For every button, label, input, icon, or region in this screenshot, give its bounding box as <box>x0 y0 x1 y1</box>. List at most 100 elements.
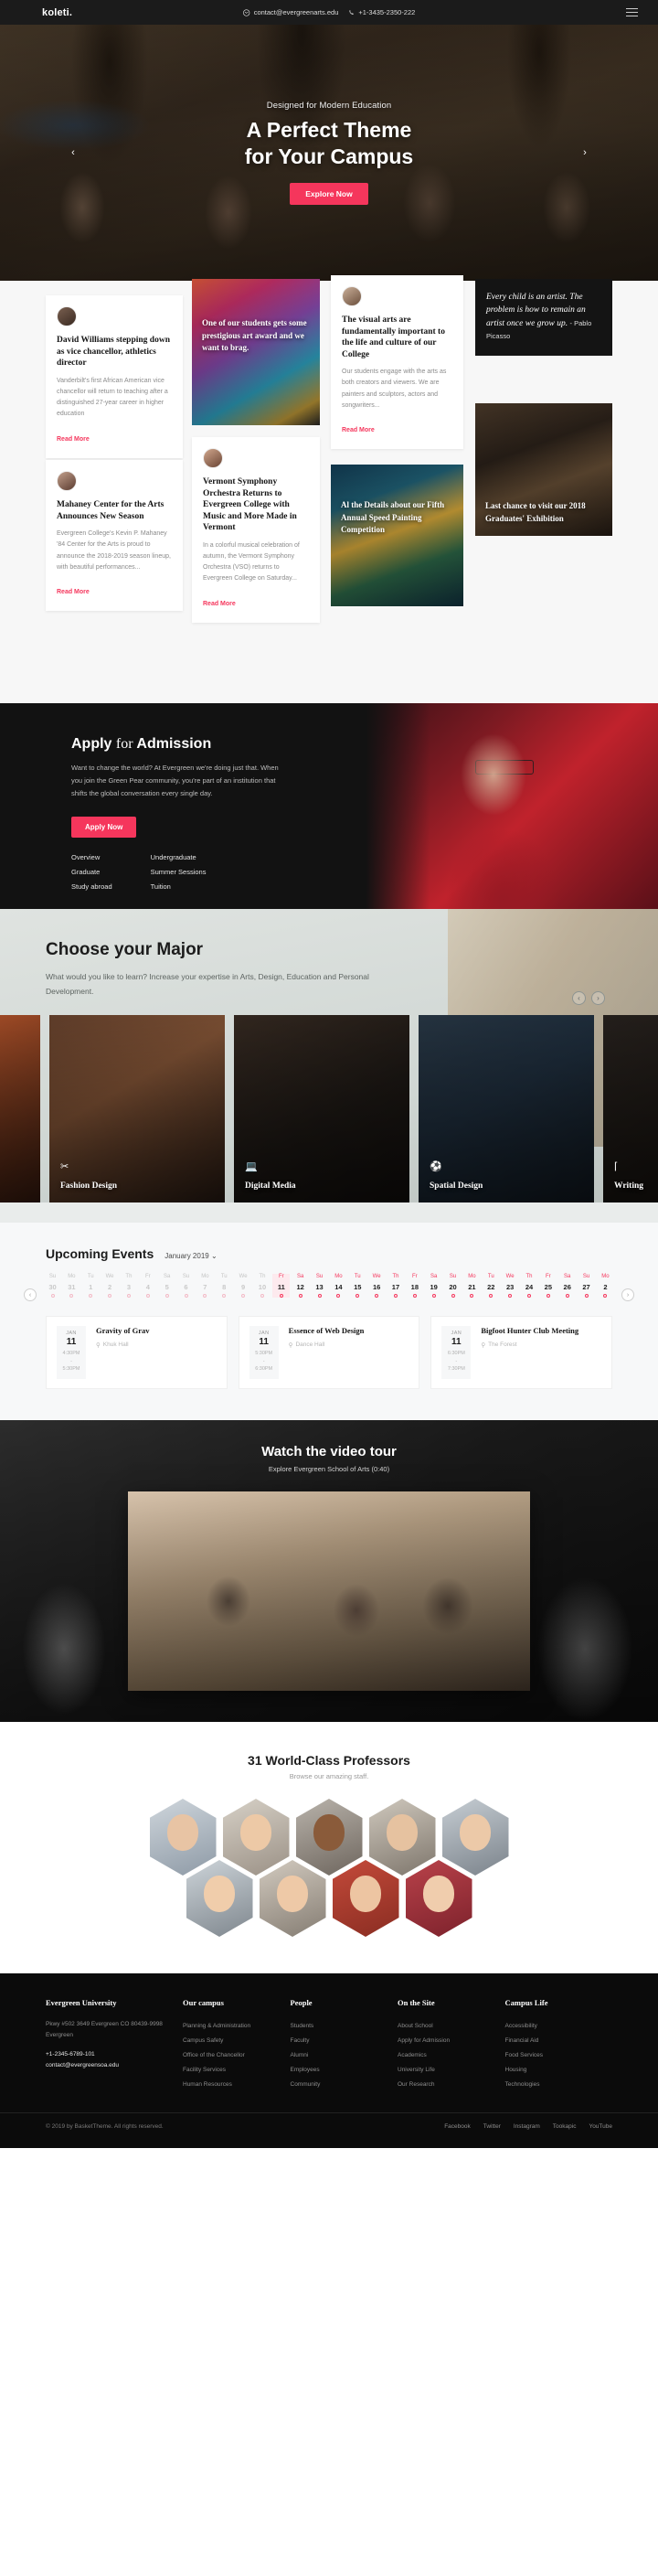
calendar-day[interactable]: Su 20 <box>444 1274 462 1299</box>
footer-link[interactable]: Faculty <box>291 2034 398 2048</box>
calendar-day[interactable]: Sa 26 <box>558 1274 576 1299</box>
footer-link[interactable]: Office of the Chancellor <box>183 2048 291 2063</box>
footer-link[interactable]: Campus Safety <box>183 2034 291 2048</box>
calendar-day[interactable]: Fr 18 <box>406 1274 423 1299</box>
footer-link[interactable]: Academics <box>398 2048 505 2063</box>
contact-email[interactable]: contact@evergreenarts.edu <box>243 8 338 16</box>
calendar-day[interactable]: Mo 7 <box>196 1274 214 1299</box>
calendar-day[interactable]: Tu 8 <box>216 1274 233 1299</box>
site-logo[interactable]: koleti. <box>42 7 72 18</box>
events-month-selector[interactable]: January 2019 ⌄ <box>164 1252 217 1260</box>
calendar-day[interactable]: Fr 11 <box>272 1274 291 1299</box>
news-image-card-graduates-exhibition[interactable]: Last chance to visit our 2018 Graduates'… <box>475 403 612 536</box>
calendar-day[interactable]: Mo 21 <box>463 1274 481 1299</box>
event-item-bigfoot-hunter-club[interactable]: JAN 11 6:30PM - 7:30PM Bigfoot Hunter Cl… <box>430 1316 613 1389</box>
major-card-partial-left[interactable] <box>0 1015 40 1203</box>
news-image-card-art-award[interactable]: One of our students gets some prestigiou… <box>192 279 320 425</box>
news-card-visual-arts[interactable]: The visual arts are fundamentally import… <box>331 275 463 450</box>
calendar-day[interactable]: Th 24 <box>520 1274 537 1299</box>
calendar-day[interactable]: Tu 22 <box>483 1274 500 1299</box>
calendar-day[interactable]: We 2 <box>101 1274 119 1299</box>
hero-next-arrow[interactable]: › <box>578 145 592 160</box>
calendar-day[interactable]: Su 6 <box>177 1274 195 1299</box>
footer-link[interactable]: Community <box>291 2078 398 2092</box>
majors-next-button[interactable]: › <box>591 991 605 1005</box>
hamburger-menu-icon[interactable] <box>626 8 638 16</box>
major-card-spatial-design[interactable]: ⚽ Spatial Design <box>419 1015 594 1203</box>
news-card-mahaney-center[interactable]: Mahaney Center for the Arts Announces Ne… <box>46 460 183 612</box>
admission-link-tuition[interactable]: Tuition <box>151 882 207 891</box>
calendar-day[interactable]: We 9 <box>235 1274 252 1299</box>
footer-link[interactable]: Alumni <box>291 2048 398 2063</box>
calendar-day[interactable]: Su 13 <box>311 1274 328 1299</box>
read-more-link[interactable]: Read More <box>342 427 375 433</box>
social-link-instagram[interactable]: Instagram <box>514 2123 540 2130</box>
calendar-day[interactable]: Fr 4 <box>139 1274 156 1299</box>
admission-link-graduate[interactable]: Graduate <box>71 868 112 876</box>
video-player[interactable] <box>128 1491 530 1691</box>
major-card-digital-media[interactable]: 💻 Digital Media <box>234 1015 409 1203</box>
footer-link[interactable]: Facility Services <box>183 2063 291 2078</box>
calendar-day[interactable]: Su 30 <box>44 1274 61 1299</box>
footer-link[interactable]: Accessibility <box>505 2019 613 2034</box>
majors-prev-button[interactable]: ‹ <box>572 991 586 1005</box>
calendar-day[interactable]: Sa 5 <box>158 1274 175 1299</box>
calendar-day[interactable]: We 16 <box>368 1274 386 1299</box>
calendar-day[interactable]: Tu 1 <box>82 1274 100 1299</box>
hero-prev-arrow[interactable]: ‹ <box>66 145 80 160</box>
professor-avatar[interactable] <box>332 1859 399 1937</box>
calendar-day[interactable]: Mo 14 <box>330 1274 347 1299</box>
admission-link-summer-sessions[interactable]: Summer Sessions <box>151 868 207 876</box>
calendar-day[interactable]: Th 3 <box>120 1274 137 1299</box>
footer-link[interactable]: Financial Aid <box>505 2034 613 2048</box>
social-link-facebook[interactable]: Facebook <box>444 2123 471 2130</box>
calendar-day[interactable]: Su 27 <box>578 1274 595 1299</box>
admission-link-undergraduate[interactable]: Undergraduate <box>151 853 207 861</box>
calendar-day[interactable]: Tu 15 <box>349 1274 366 1299</box>
apply-now-button[interactable]: Apply Now <box>71 816 137 838</box>
news-card-vermont-symphony[interactable]: Vermont Symphony Orchestra Returns to Ev… <box>192 437 320 623</box>
contact-phone[interactable]: +1-3435-2350-222 <box>347 8 415 16</box>
admission-link-overview[interactable]: Overview <box>71 853 112 861</box>
footer-link[interactable]: Employees <box>291 2063 398 2078</box>
social-link-youtube[interactable]: YouTube <box>589 2123 612 2130</box>
footer-link[interactable]: Apply for Admission <box>398 2034 505 2048</box>
news-card-david-williams[interactable]: David Williams stepping down as vice cha… <box>46 295 183 458</box>
footer-link[interactable]: Our Research <box>398 2078 505 2092</box>
major-card-writing[interactable]: ⌈ Writing <box>603 1015 658 1203</box>
event-item-gravity-of-grav[interactable]: JAN 11 4:30PM - 5:30PM Gravity of Grav ⚲… <box>46 1316 228 1389</box>
news-image-card-speed-painting[interactable]: Al the Details about our Fifth Annual Sp… <box>331 465 463 606</box>
footer-link[interactable]: About School <box>398 2019 505 2034</box>
calendar-day[interactable]: Sa 12 <box>292 1274 309 1299</box>
calendar-day[interactable]: Fr 25 <box>539 1274 557 1299</box>
professor-avatar[interactable] <box>259 1859 326 1937</box>
footer-link[interactable]: Technologies <box>505 2078 613 2092</box>
footer-link[interactable]: Students <box>291 2019 398 2034</box>
calendar-day[interactable]: Sa 19 <box>425 1274 442 1299</box>
calendar-day[interactable]: Th 10 <box>253 1274 271 1299</box>
social-link-twitter[interactable]: Twitter <box>483 2123 501 2130</box>
footer-link[interactable]: Planning & Administration <box>183 2019 291 2034</box>
read-more-link[interactable]: Read More <box>57 436 90 443</box>
footer-phone[interactable]: +1-2345-6789-101 <box>46 2049 183 2060</box>
footer-link[interactable]: Human Resources <box>183 2078 291 2092</box>
event-item-essence-of-web-design[interactable]: JAN 11 5:30PM - 6:30PM Essence of Web De… <box>238 1316 420 1389</box>
read-more-link[interactable]: Read More <box>57 589 90 595</box>
calendar-day[interactable]: Mo 31 <box>63 1274 80 1299</box>
admission-link-study-abroad[interactable]: Study abroad <box>71 882 112 891</box>
professor-avatar[interactable] <box>186 1859 253 1937</box>
read-more-link[interactable]: Read More <box>203 601 236 607</box>
calendar-next-button[interactable]: › <box>621 1288 634 1302</box>
calendar-day[interactable]: We 23 <box>502 1274 519 1299</box>
footer-link[interactable]: University Life <box>398 2063 505 2078</box>
professor-avatar[interactable] <box>405 1859 472 1937</box>
footer-email[interactable]: contact@evergreensoa.edu <box>46 2060 183 2071</box>
footer-link[interactable]: Food Services <box>505 2048 613 2063</box>
social-link-tookapic[interactable]: Tookapic <box>553 2123 577 2130</box>
calendar-day[interactable]: Th 17 <box>387 1274 404 1299</box>
calendar-day[interactable]: Mo 2 <box>597 1274 614 1299</box>
explore-now-button[interactable]: Explore Now <box>290 183 368 206</box>
calendar-prev-button[interactable]: ‹ <box>24 1288 37 1302</box>
major-card-fashion-design[interactable]: ✂ Fashion Design <box>49 1015 225 1203</box>
footer-link[interactable]: Housing <box>505 2063 613 2078</box>
